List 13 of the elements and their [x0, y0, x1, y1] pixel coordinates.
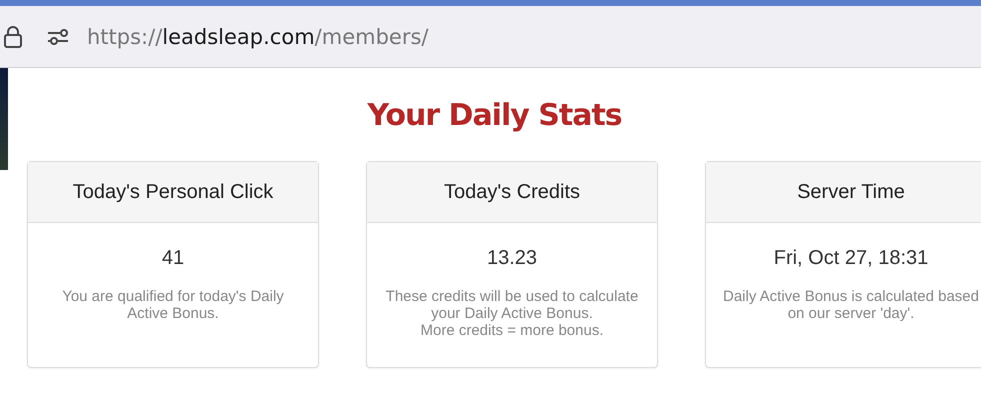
card-heading: Today's Credits — [444, 180, 580, 204]
stat-description: You are qualified for today's Daily Active Bonus. — [61, 288, 285, 322]
site-settings-icon[interactable] — [47, 28, 69, 44]
stat-description: These credits will be used to calculate your Daily Active Bonus. More credits = more bonus. — [384, 288, 640, 339]
card-heading: Server Time — [797, 180, 905, 204]
lock-icon — [3, 24, 23, 48]
stat-value: 13.23 — [486, 247, 538, 270]
stat-value: Fri, Oct 27, 18:31 — [774, 247, 928, 270]
stat-value: 41 — [162, 247, 184, 270]
page-title: Your Daily Stats — [367, 98, 622, 133]
url-text[interactable]: https://leadsleap.com/members/ — [87, 24, 428, 48]
stat-description: Daily Active Bonus is calculated based on our server 'day'. — [722, 288, 980, 322]
card-heading: Today's Personal Click — [72, 180, 274, 204]
